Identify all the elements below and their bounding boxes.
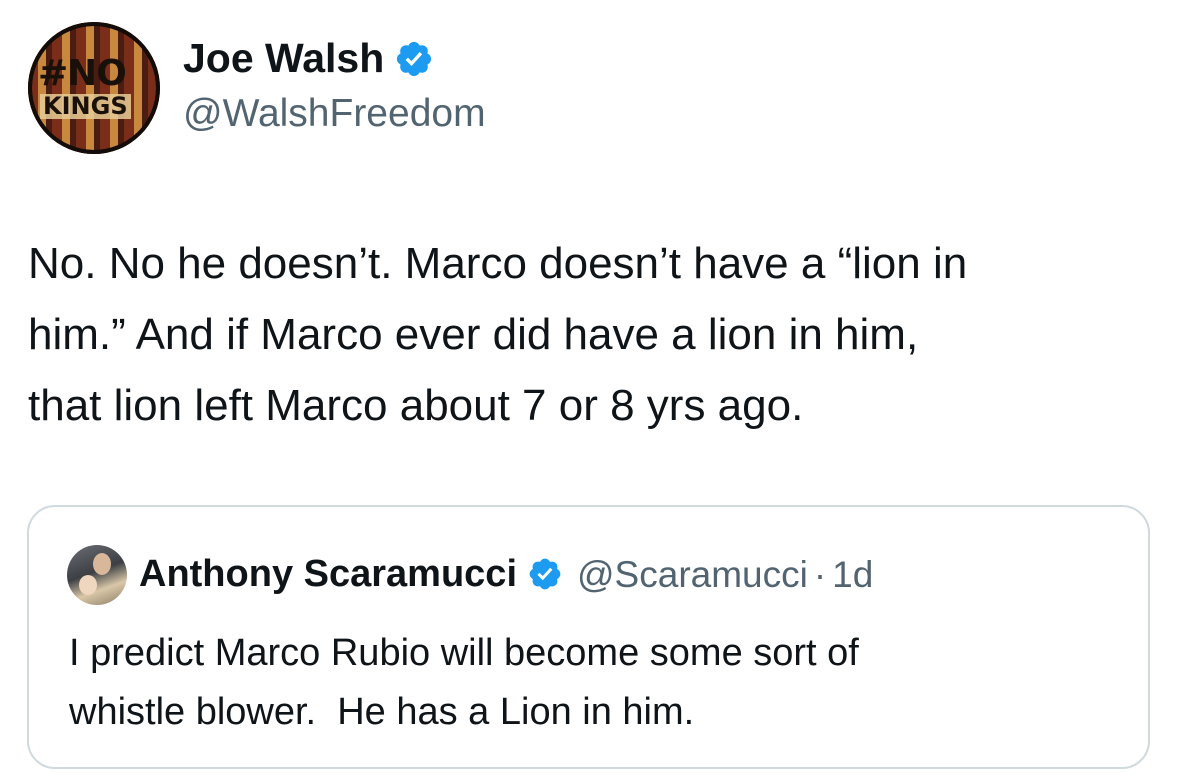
avatar-ring <box>28 22 160 154</box>
quoted-author-handle[interactable]: @Scaramucci <box>577 556 808 593</box>
quoted-tweet-text: I predict Marco Rubio will become some s… <box>69 624 1129 742</box>
author-avatar[interactable]: #NO KINGS <box>28 22 160 154</box>
avatar-face <box>79 575 97 595</box>
quoted-tweet-card[interactable]: Anthony Scaramucci @Scaramucci · 1d I pr… <box>27 505 1150 769</box>
avatar-face <box>93 553 111 575</box>
author-name[interactable]: Joe Walsh <box>183 38 384 79</box>
author-handle[interactable]: @WalshFreedom <box>183 94 486 133</box>
quoted-tweet-timestamp[interactable]: 1d <box>832 556 873 593</box>
author-name-row[interactable]: Joe Walsh <box>183 38 434 79</box>
tweet-text-line: No. No he doesn’t. Marco doesn’t have a … <box>28 239 968 288</box>
tweet-text-line: that lion left Marco about 7 or 8 yrs ag… <box>28 381 804 430</box>
tweet-text-line: him.” And if Marco ever did have a lion … <box>28 310 919 359</box>
separator-dot: · <box>813 553 827 595</box>
quoted-tweet-header: Anthony Scaramucci @Scaramucci · 1d <box>139 555 873 593</box>
tweet-text: No. No he doesn’t. Marco doesn’t have a … <box>28 228 1148 441</box>
quoted-text-line: whistle blower. He has a Lion in him. <box>69 691 695 733</box>
verified-badge-icon <box>529 558 561 590</box>
quoted-author-name[interactable]: Anthony Scaramucci <box>139 555 517 593</box>
quoted-text-line: I predict Marco Rubio will become some s… <box>69 632 859 674</box>
verified-badge-icon <box>397 41 432 76</box>
quoted-author-avatar[interactable] <box>67 545 127 605</box>
